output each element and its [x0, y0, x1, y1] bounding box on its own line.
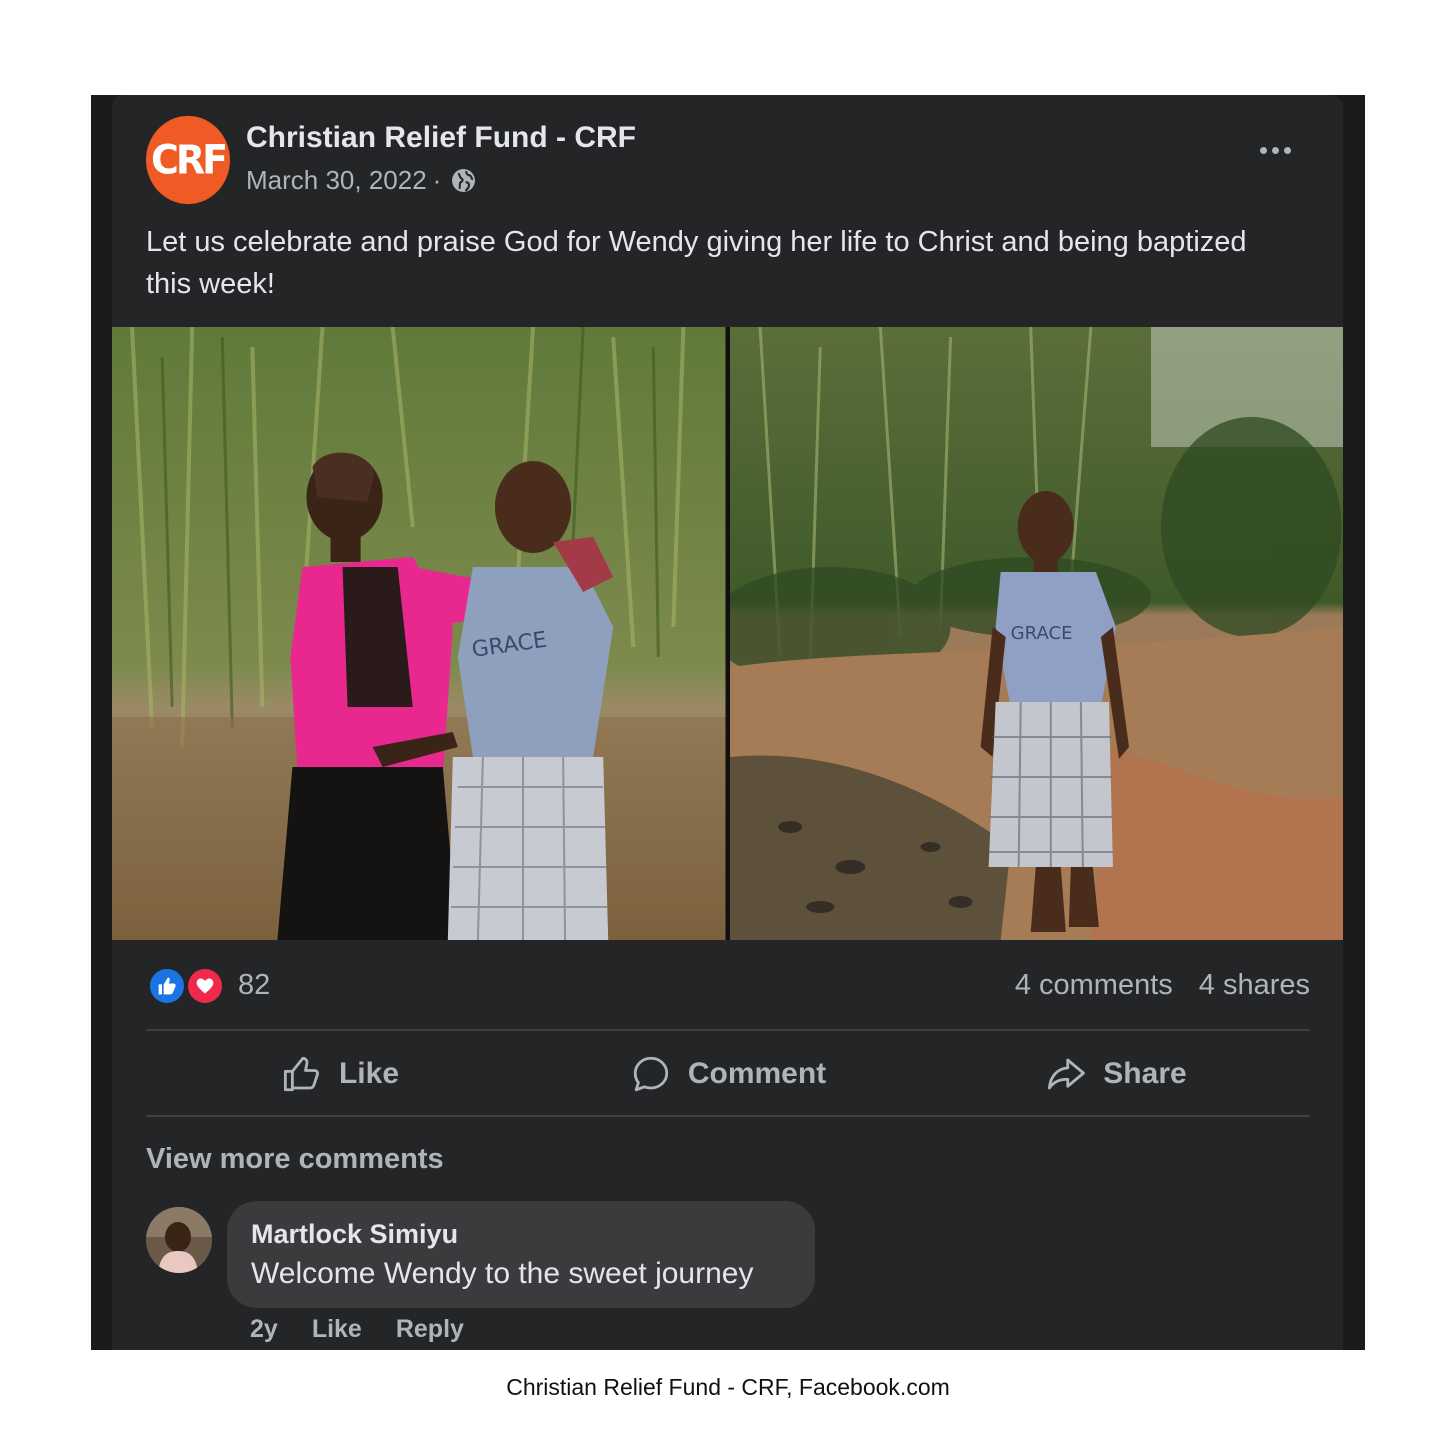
reactions-count[interactable]: 82 [238, 969, 270, 1002]
divider [146, 1115, 1310, 1117]
page-avatar-logo: CRF [150, 136, 228, 184]
share-icon [1048, 1058, 1086, 1090]
post-text: Let us celebrate and praise God for Wend… [146, 226, 1247, 300]
thumbs-up-icon [283, 1056, 319, 1092]
reaction-icons[interactable] [148, 967, 228, 1007]
engagement-counts: 4 comments 4 shares [1015, 969, 1310, 1002]
shares-count[interactable]: 4 shares [1199, 969, 1310, 1002]
image-caption: Christian Relief Fund - CRF, Facebook.co… [506, 1374, 950, 1400]
post-frame: CRF Christian Relief Fund - CRF March 30… [91, 95, 1365, 1350]
comment-time[interactable]: 2y [250, 1315, 278, 1344]
photo-grid: GRACE GRACE [112, 327, 1343, 940]
more-dot [1272, 147, 1279, 154]
comment-text: Welcome Wendy to the sweet journey [251, 1257, 754, 1290]
post-date[interactable]: March 30, 2022 [246, 165, 427, 196]
divider [146, 1029, 1310, 1031]
comment-reply-button[interactable]: Reply [396, 1315, 464, 1344]
photo-baptism-left[interactable]: GRACE [112, 327, 726, 940]
comment-meta: 2y Like Reply [250, 1315, 464, 1344]
love-icon [186, 967, 224, 1005]
more-options-icon[interactable] [1260, 147, 1291, 154]
svg-text:GRACE: GRACE [1010, 623, 1072, 644]
more-dot [1260, 147, 1267, 154]
share-label: Share [1103, 1057, 1187, 1090]
globe-icon [452, 169, 476, 192]
post-card: CRF Christian Relief Fund - CRF March 30… [112, 95, 1343, 1350]
comment-bubble: Martlock Simiyu Welcome Wendy to the swe… [227, 1201, 815, 1308]
comment-author[interactable]: Martlock Simiyu [251, 1219, 458, 1250]
post-stats: 82 4 comments 4 shares [146, 955, 1310, 1007]
more-dot [1284, 147, 1291, 154]
post-actions: Like Comment Share [146, 1032, 1310, 1116]
post-meta: March 30, 2022 · [246, 165, 476, 196]
comments-count[interactable]: 4 comments [1015, 969, 1173, 1002]
comment-icon [633, 1056, 668, 1092]
photo-baptism-right[interactable]: GRACE [729, 327, 1343, 940]
view-more-comments-link[interactable]: View more comments [146, 1143, 444, 1176]
meta-separator: · [432, 165, 442, 195]
like-label: Like [338, 1057, 400, 1090]
like-button[interactable]: Like [146, 1032, 534, 1116]
page-avatar[interactable]: CRF [146, 115, 230, 205]
page-name[interactable]: Christian Relief Fund - CRF [246, 121, 636, 155]
share-button[interactable]: Share [922, 1032, 1310, 1116]
like-icon [148, 967, 186, 1005]
comment-like-button[interactable]: Like [312, 1315, 362, 1344]
commenter-avatar[interactable] [146, 1207, 212, 1273]
comment-label: Comment [687, 1057, 827, 1090]
comment-button[interactable]: Comment [534, 1032, 922, 1116]
